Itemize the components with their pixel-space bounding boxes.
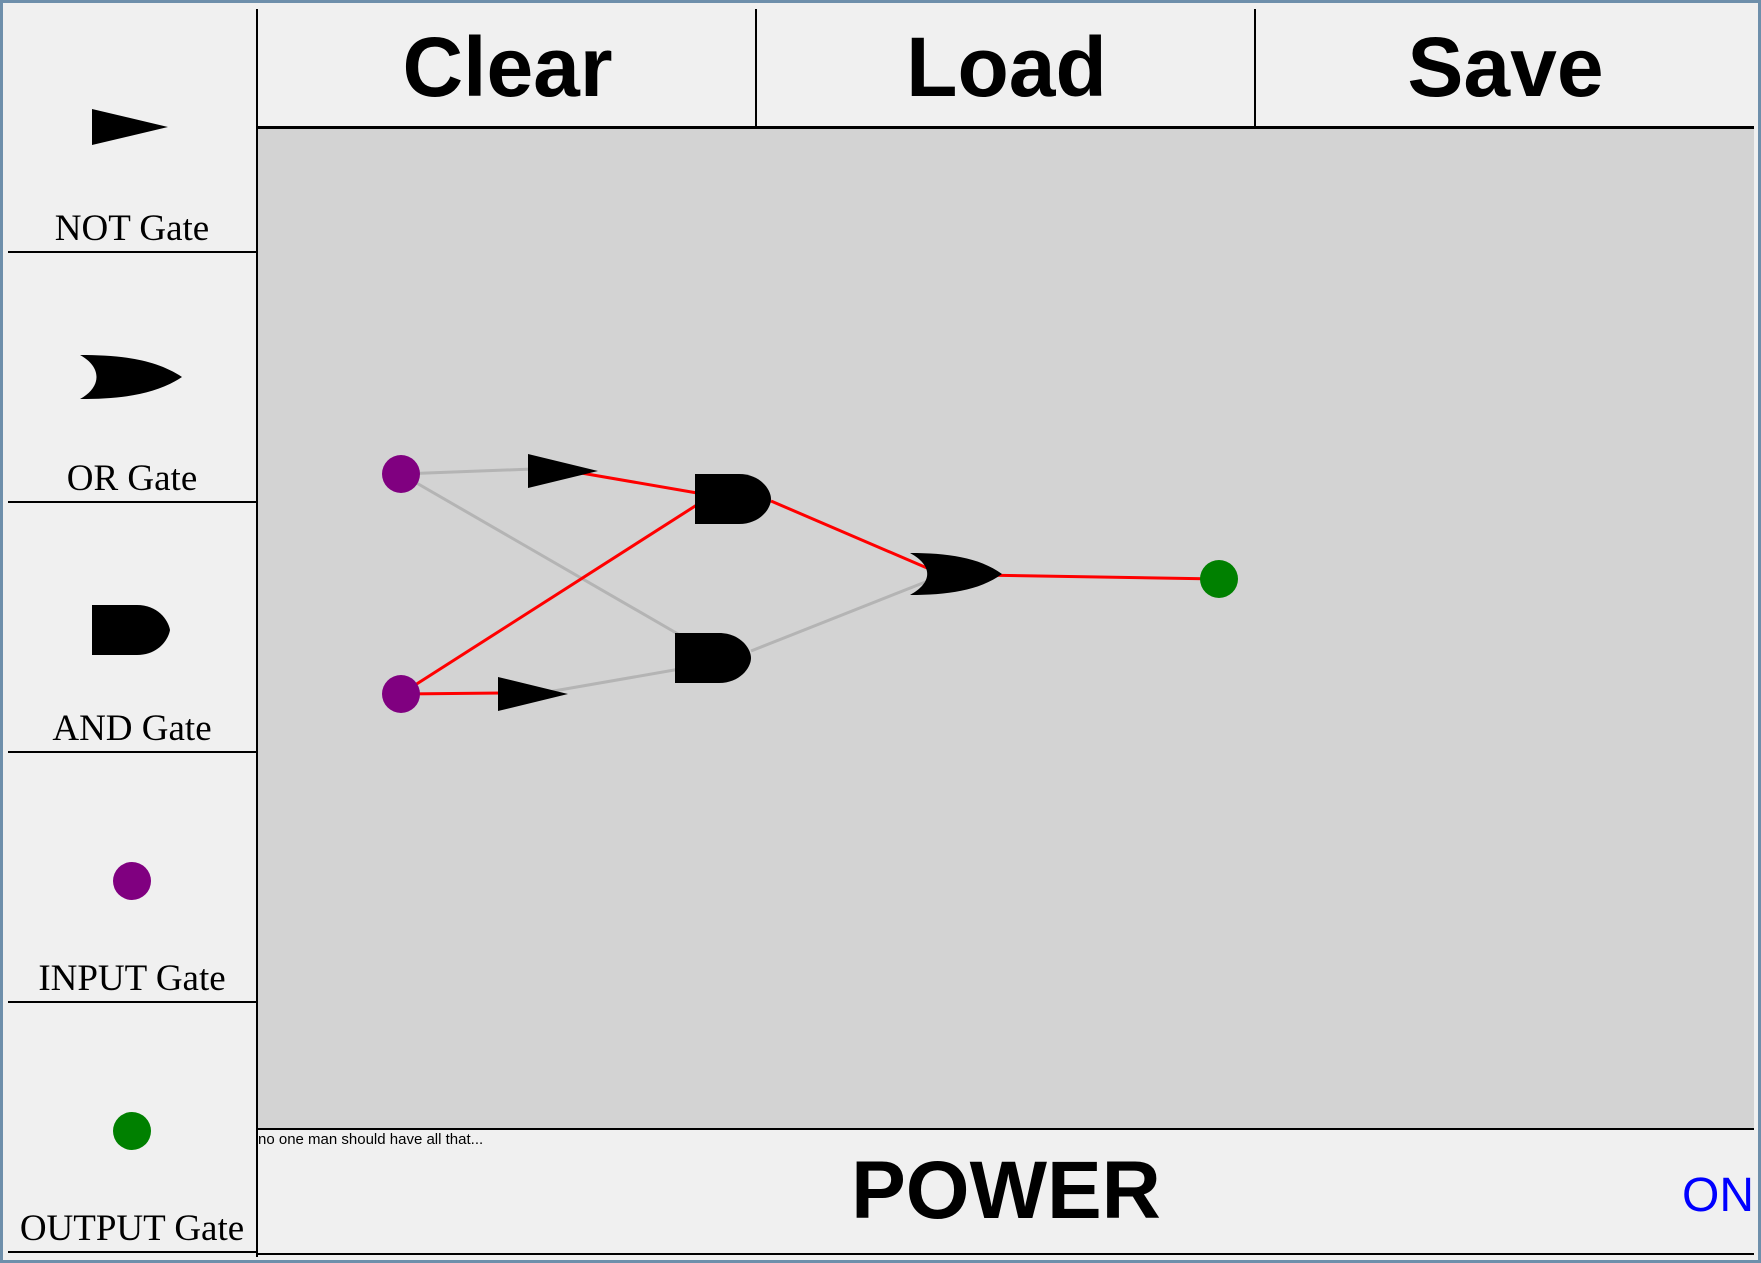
palette-item-and-gate[interactable]: AND Gate xyxy=(8,503,256,753)
power-button[interactable]: POWER xyxy=(258,1136,1754,1246)
or-gate-icon xyxy=(80,355,182,399)
save-button[interactable]: Save xyxy=(1256,9,1755,126)
wire-in1-not1[interactable] xyxy=(400,467,534,476)
gate-palette: NOT Gate OR Gate AND Gate INPUT Gate OUT xyxy=(8,3,256,1259)
wire-in2-and1[interactable] xyxy=(400,499,704,696)
clear-button[interactable]: Clear xyxy=(258,9,757,126)
palette-label-not-gate: NOT Gate xyxy=(54,208,210,249)
wire-not2-and2[interactable] xyxy=(547,667,681,694)
input-gate-in1[interactable] xyxy=(382,455,420,493)
load-button[interactable]: Load xyxy=(757,9,1256,126)
input-gate-in2[interactable] xyxy=(382,675,420,713)
toolbar: Clear Load Save xyxy=(258,9,1755,129)
palette-label-and-gate: AND Gate xyxy=(52,708,212,749)
power-state-indicator[interactable]: ON xyxy=(1682,1168,1754,1224)
wire-in1-and2[interactable] xyxy=(400,472,679,636)
palette-label-output-gate: OUTPUT Gate xyxy=(19,1208,245,1249)
input-node-icon xyxy=(113,862,151,900)
palette-item-or-gate[interactable]: OR Gate xyxy=(8,253,256,503)
and-gate-icon xyxy=(92,605,170,655)
and-gate-and2[interactable] xyxy=(675,633,751,683)
not-gate-not2[interactable] xyxy=(498,677,568,711)
palette-label-input-gate: INPUT Gate xyxy=(38,958,226,999)
wire-and2-or1[interactable] xyxy=(750,579,929,653)
circuit-drawing xyxy=(382,454,1238,713)
not-gate-not1[interactable] xyxy=(528,454,598,488)
palette-label-or-gate: OR Gate xyxy=(66,458,198,499)
wire-and1-or1[interactable] xyxy=(770,499,949,579)
output-node-icon xyxy=(113,1112,151,1150)
or-gate-or1[interactable] xyxy=(910,553,1002,595)
palette-item-output-gate[interactable]: OUTPUT Gate xyxy=(8,1003,256,1253)
palette-item-not-gate[interactable]: NOT Gate xyxy=(8,3,256,253)
not-gate-icon xyxy=(92,109,168,145)
and-gate-and1[interactable] xyxy=(695,474,771,524)
status-bar: no one man should have all that... POWER… xyxy=(258,1128,1754,1255)
circuit-canvas[interactable] xyxy=(258,129,1754,1128)
wire-or1-out1[interactable] xyxy=(977,573,1220,581)
palette-item-input-gate[interactable]: INPUT Gate xyxy=(8,753,256,1003)
logic-simulator-window: NOT Gate OR Gate AND Gate INPUT Gate OUT xyxy=(0,0,1761,1263)
output-gate-out1[interactable] xyxy=(1200,560,1238,598)
